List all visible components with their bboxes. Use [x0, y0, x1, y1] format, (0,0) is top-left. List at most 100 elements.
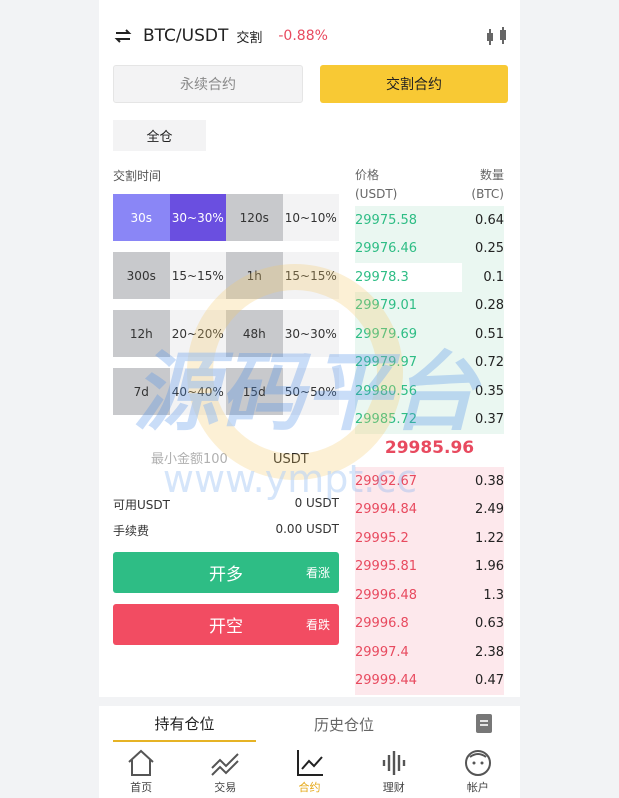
trade-icon [211, 753, 240, 776]
qty-column-label: 数量 [479, 168, 504, 182]
option-range[interactable]: 50~50% [282, 368, 339, 415]
orderbook-row[interactable]: 29979.01 0.28 [355, 291, 504, 320]
nav-label: 帐户 [466, 781, 489, 794]
orderbook-header: 价格 数量 (USDT) (BTC) [355, 166, 504, 204]
order-price: 29985.72 [355, 412, 418, 428]
available-label: 可用USDT [113, 498, 170, 512]
nav-label: 理财 [382, 781, 405, 794]
open-long-sub: 看涨 [305, 566, 330, 580]
option-time[interactable]: 1h [226, 252, 283, 299]
order-quantity: 2.49 [475, 502, 504, 518]
order-price: 29992.67 [355, 473, 418, 489]
option-time[interactable]: 30s [113, 194, 170, 241]
open-long-label: 开多 [209, 565, 243, 585]
tab-perpetual[interactable]: 永续合约 [113, 65, 303, 103]
open-short-button[interactable]: 开空 看跌 [113, 604, 339, 645]
order-price: 29996.8 [355, 616, 409, 632]
orderbook-row[interactable]: 29995.2 1.22 [355, 524, 504, 553]
orderbook-row[interactable]: 29996.8 0.63 [355, 609, 504, 638]
margin-mode-button[interactable]: 全仓 [113, 120, 206, 151]
order-price: 29979.01 [355, 298, 418, 314]
nav-finance[interactable]: 理财 [352, 742, 436, 798]
order-price: 29996.48 [355, 587, 418, 603]
nav-contract[interactable]: 合约 [267, 742, 351, 798]
option-time[interactable]: 12h [113, 310, 170, 357]
open-long-button[interactable]: 开多 看涨 [113, 552, 339, 593]
price-column-unit: (USDT) [355, 187, 398, 201]
option-time[interactable]: 7d [113, 368, 170, 415]
nav-trade[interactable]: 交易 [183, 742, 267, 798]
orderbook-row[interactable]: 29979.69 0.51 [355, 320, 504, 349]
pair-name[interactable]: BTC/USDT [143, 26, 228, 46]
order-price: 29979.97 [355, 355, 418, 371]
swap-icon[interactable] [113, 26, 133, 46]
order-price: 29978.3 [355, 269, 409, 285]
header: BTC/USDT 交割 -0.88% [113, 22, 510, 50]
order-quantity: 1.96 [475, 559, 504, 575]
order-price: 29995.81 [355, 559, 418, 575]
candlestick-icon[interactable] [484, 26, 510, 48]
option-time[interactable]: 120s [226, 194, 283, 241]
order-quantity: 1.22 [475, 530, 504, 546]
orderbook-row[interactable]: 29992.67 0.38 [355, 467, 504, 496]
order-quantity: 0.38 [475, 473, 504, 489]
order-quantity: 0.51 [475, 326, 504, 342]
order-quantity: 0.37 [475, 412, 504, 428]
amount-input[interactable] [151, 451, 271, 467]
nav-account[interactable]: 帐户 [436, 742, 520, 798]
option-range[interactable]: 15~15% [169, 252, 226, 299]
bottom-nav: 首页 交易 合约 理财 帐户 [99, 742, 520, 798]
order-price: 29975.58 [355, 212, 418, 228]
fee-label: 手续费 [113, 524, 150, 538]
tab-delivery[interactable]: 交割合约 [320, 65, 508, 103]
order-quantity: 0.25 [475, 241, 504, 257]
order-quantity: 0.1 [483, 269, 504, 285]
fee-value: 0.00 USDT [275, 522, 339, 536]
orderbook-row[interactable]: 29975.58 0.64 [355, 206, 504, 235]
option-range[interactable]: 40~40% [169, 368, 226, 415]
option-range[interactable]: 10~10% [282, 194, 339, 241]
option-time[interactable]: 15d [226, 368, 283, 415]
orderbook-row[interactable]: 29995.81 1.96 [355, 552, 504, 581]
option-range[interactable]: 30~30% [169, 194, 226, 241]
orderbook-row[interactable]: 29978.3 0.1 [355, 263, 504, 292]
option-range[interactable]: 20~20% [169, 310, 226, 357]
nav-home[interactable]: 首页 [99, 742, 183, 798]
option-range[interactable]: 15~15% [282, 252, 339, 299]
option-time[interactable]: 300s [113, 252, 170, 299]
order-price: 29995.2 [355, 530, 409, 546]
orderbook-row[interactable]: 29999.44 0.47 [355, 666, 504, 695]
orderbook-row[interactable]: 29976.46 0.25 [355, 234, 504, 263]
tab-holding-positions[interactable]: 持有仓位 [113, 706, 256, 742]
orderbook-row[interactable]: 29997.4 2.38 [355, 638, 504, 667]
document-icon[interactable] [476, 714, 492, 733]
open-short-sub: 看跌 [305, 618, 330, 632]
open-short-label: 开空 [209, 617, 243, 637]
orderbook-row[interactable]: 29980.56 0.35 [355, 377, 504, 406]
option-range[interactable]: 30~30% [282, 310, 339, 357]
orderbook-asks: 29975.58 0.64 29976.46 0.25 29978.3 0.1 29979.… [355, 206, 504, 434]
positions-tabs: 持有仓位 历史仓位 [99, 706, 520, 742]
order-price: 29980.56 [355, 383, 418, 399]
nav-label: 首页 [130, 781, 153, 794]
delivery-options: 30s 30~30% 120s 10~10% 300s 15~15% 1h 15… [113, 194, 339, 426]
home-icon [128, 749, 154, 776]
tab-history-positions[interactable]: 历史仓位 [271, 706, 417, 742]
orderbook-row[interactable]: 29985.72 0.37 [355, 405, 504, 434]
orderbook-row[interactable]: 29979.97 0.72 [355, 348, 504, 377]
amount-unit: USDT [273, 451, 309, 467]
contract-type: 交割 [236, 30, 263, 46]
order-price: 29976.46 [355, 241, 418, 257]
price-column-label: 价格 [355, 168, 380, 182]
amount-field: USDT [113, 439, 339, 479]
trade-panel: BTC/USDT 交割 -0.88% 永续合约 交割合约 全仓 交割时间 30s… [99, 0, 520, 697]
orderbook-bids: 29992.67 0.38 29994.84 2.49 29995.2 1.22 29995… [355, 467, 504, 695]
option-time[interactable]: 48h [226, 310, 283, 357]
order-quantity: 1.3 [483, 587, 504, 603]
order-quantity: 2.38 [475, 644, 504, 660]
order-quantity: 0.35 [475, 383, 504, 399]
delivery-time-label: 交割时间 [113, 169, 162, 183]
orderbook-row[interactable]: 29996.48 1.3 [355, 581, 504, 610]
qty-column-unit: (BTC) [471, 187, 504, 201]
orderbook-row[interactable]: 29994.84 2.49 [355, 495, 504, 524]
